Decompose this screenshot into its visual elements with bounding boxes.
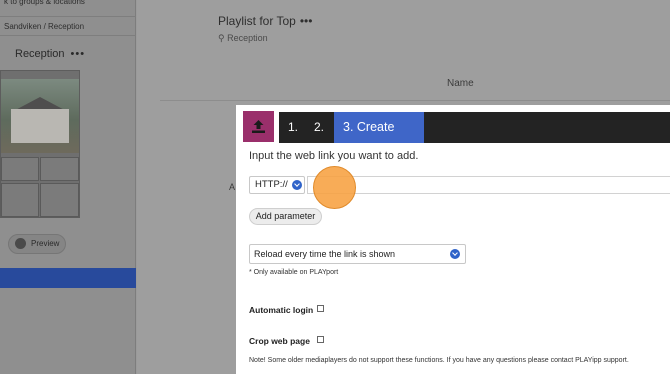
thumbnail-cell bbox=[1, 157, 39, 181]
sidebar: k to groups & locations Sandviken / Rece… bbox=[0, 0, 136, 374]
protocol-select[interactable]: HTTP:// bbox=[249, 176, 305, 194]
preview-icon bbox=[15, 238, 26, 249]
step-bar: 1. 2. 3. Create weblink bbox=[279, 112, 670, 165]
click-marker bbox=[313, 166, 356, 209]
selected-bar[interactable] bbox=[0, 268, 136, 288]
house bbox=[11, 109, 69, 143]
playlist-location: ⚲ Reception bbox=[218, 33, 268, 44]
instruction-text: Input the web link you want to add. bbox=[249, 150, 419, 162]
create-weblink-dialog: 1. 2. 3. Create weblink Input the web li… bbox=[236, 105, 670, 374]
thumbnail-image bbox=[1, 79, 79, 153]
location-pin-icon: ⚲ bbox=[218, 33, 225, 43]
back-link[interactable]: k to groups & locations bbox=[0, 0, 136, 9]
protocol-value: HTTP:// bbox=[255, 179, 288, 190]
automatic-login-label: Automatic login bbox=[249, 305, 314, 315]
column-header-name[interactable]: Name bbox=[447, 78, 474, 89]
thumbnail-cell bbox=[40, 183, 79, 217]
screen-menu-button[interactable]: ••• bbox=[71, 48, 86, 60]
screen-header: Reception ••• bbox=[15, 48, 85, 60]
preview-label: Preview bbox=[31, 239, 60, 248]
dialog-header: 1. 2. 3. Create weblink bbox=[236, 105, 670, 165]
crop-web-page-checkbox[interactable] bbox=[317, 336, 324, 343]
upload-icon bbox=[252, 120, 265, 133]
step-1[interactable]: 1. bbox=[288, 112, 298, 143]
screen-title: Reception bbox=[15, 48, 65, 60]
screen-thumbnail[interactable] bbox=[0, 70, 80, 218]
url-input[interactable] bbox=[307, 176, 670, 194]
chevron-down-icon bbox=[450, 249, 460, 259]
add-parameter-button[interactable]: Add parameter bbox=[249, 208, 322, 225]
breadcrumb: Sandviken / Reception bbox=[0, 16, 136, 36]
step-3-active[interactable]: 3. Create weblink bbox=[334, 112, 424, 165]
upload-tile bbox=[243, 111, 274, 142]
automatic-login-checkbox[interactable] bbox=[317, 305, 324, 312]
row-label: A bbox=[229, 182, 236, 192]
thumbnail-cell bbox=[1, 183, 39, 217]
support-note: Note! Some older mediaplayers do not sup… bbox=[249, 357, 629, 364]
crop-web-page-label: Crop web page bbox=[249, 336, 310, 346]
playlist-title: Playlist for Top ••• bbox=[218, 14, 312, 28]
playlist-title-text: Playlist for Top bbox=[218, 14, 296, 28]
playport-note: * Only available on PLAYport bbox=[249, 269, 339, 276]
reload-select[interactable]: Reload every time the link is shown bbox=[249, 244, 466, 264]
playlist-menu-button[interactable]: ••• bbox=[300, 14, 313, 28]
reload-select-value: Reload every time the link is shown bbox=[254, 249, 396, 259]
playlist-location-text: Reception bbox=[227, 33, 268, 43]
thumbnail-cell bbox=[40, 157, 79, 181]
preview-button[interactable]: Preview bbox=[8, 234, 66, 254]
chevron-down-icon bbox=[292, 180, 302, 190]
divider bbox=[160, 100, 670, 101]
step-2[interactable]: 2. bbox=[314, 112, 324, 143]
